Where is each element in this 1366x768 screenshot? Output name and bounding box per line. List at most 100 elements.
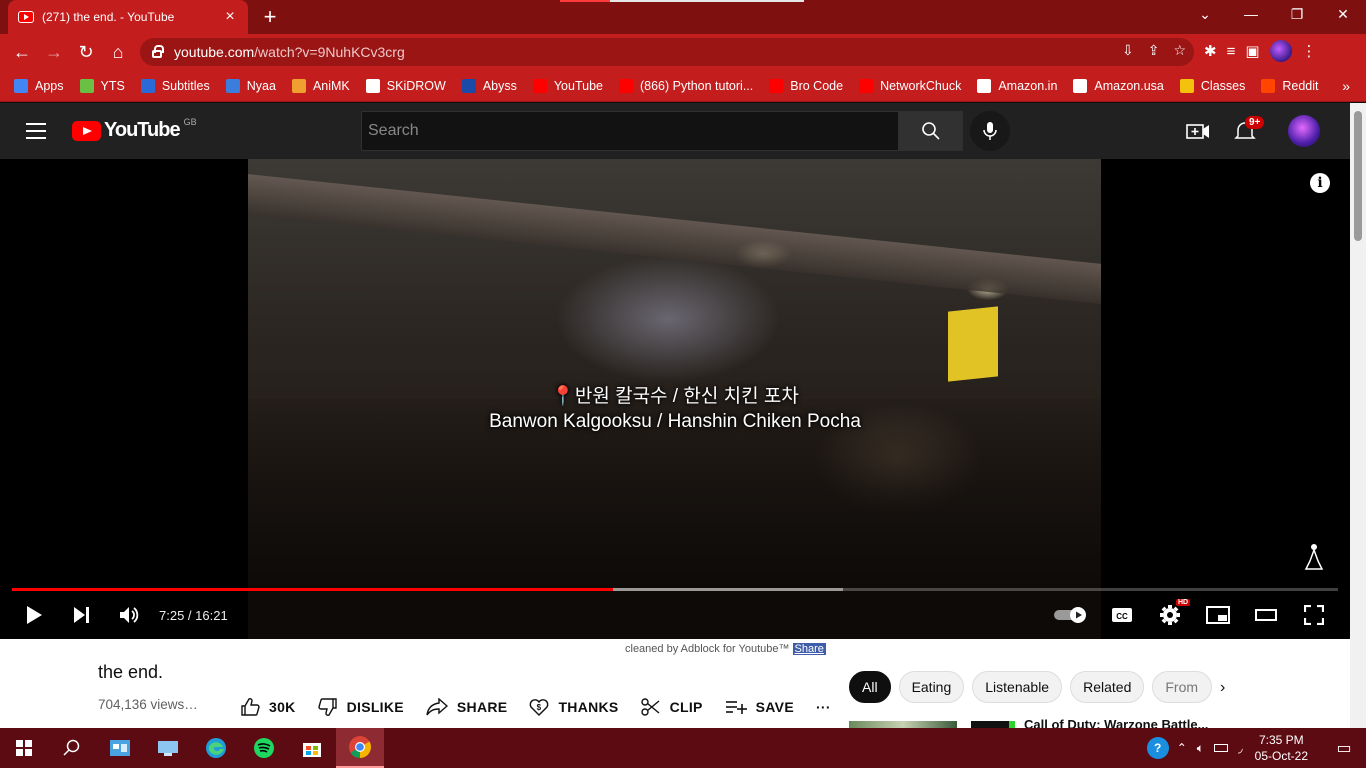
bookmark-favicon-icon bbox=[14, 78, 28, 93]
bookmarks-overflow-chevron-icon[interactable]: » bbox=[1342, 78, 1350, 94]
notification-center-icon[interactable]: ▭ bbox=[1322, 738, 1366, 758]
help-icon[interactable]: ? bbox=[1146, 737, 1169, 759]
new-tab-button[interactable]: + bbox=[258, 4, 282, 30]
bookmark-item[interactable]: YouTube bbox=[532, 78, 603, 93]
subtitles-button[interactable]: CC bbox=[1110, 603, 1134, 627]
lock-icon[interactable] bbox=[152, 45, 164, 58]
settings-button[interactable] bbox=[1158, 603, 1182, 627]
search-button[interactable] bbox=[899, 111, 963, 151]
share-page-icon[interactable]: ⇪ bbox=[1148, 42, 1160, 59]
more-actions-button[interactable]: ··· bbox=[816, 699, 831, 715]
back-button[interactable]: ← bbox=[10, 40, 34, 64]
install-app-icon[interactable]: ⇩ bbox=[1122, 42, 1134, 59]
speaker-icon[interactable]: 🔈︎ bbox=[1197, 741, 1204, 756]
forward-button[interactable]: → bbox=[42, 40, 66, 64]
bookmark-item[interactable]: Nyaa bbox=[225, 78, 276, 93]
view-count[interactable]: 704,136 views… bbox=[98, 697, 198, 712]
taskbar-app-this-pc[interactable] bbox=[144, 728, 192, 768]
save-button[interactable]: SAVE bbox=[725, 699, 794, 715]
clip-button[interactable]: CLIP bbox=[640, 697, 703, 717]
clock-date: 05-Oct-22 bbox=[1254, 749, 1308, 763]
chip-listenable[interactable]: Listenable bbox=[972, 671, 1063, 703]
scrollbar-thumb[interactable] bbox=[1354, 111, 1362, 241]
bookmark-item[interactable]: Bro Code bbox=[769, 78, 843, 93]
video-player[interactable]: 📍반원 칼국수 / 한신 치킨 포차 Banwon Kalgooksu / Ha… bbox=[0, 159, 1350, 639]
channel-watermark-icon[interactable] bbox=[1302, 541, 1326, 571]
bookmark-item[interactable]: Apps bbox=[14, 78, 64, 93]
tab-search-chevron-icon[interactable]: ⌄ bbox=[1182, 0, 1228, 30]
account-avatar[interactable] bbox=[1288, 115, 1320, 147]
youtube-logo[interactable]: YouTube GB bbox=[72, 117, 197, 142]
menu-hamburger-icon[interactable] bbox=[26, 123, 46, 139]
search-input[interactable]: Search bbox=[361, 111, 899, 151]
heart-dollar-icon: $ bbox=[530, 699, 549, 716]
chip-related[interactable]: Related bbox=[1070, 671, 1145, 703]
bookmark-item[interactable]: Amazon.in bbox=[977, 78, 1057, 93]
taskbar-app-control-panel[interactable] bbox=[96, 728, 144, 768]
bookmark-item[interactable]: Subtitles bbox=[140, 78, 210, 93]
bookmark-label: Subtitles bbox=[161, 78, 210, 93]
progress-bar[interactable] bbox=[12, 588, 1338, 591]
closed-captions-icon: CC bbox=[1112, 608, 1132, 622]
clip-label: CLIP bbox=[669, 699, 703, 715]
wifi-icon[interactable]: ◞ bbox=[1238, 741, 1243, 755]
chip-all[interactable]: All bbox=[849, 671, 891, 703]
svg-text:$: $ bbox=[537, 703, 542, 712]
taskbar-search-button[interactable] bbox=[48, 728, 96, 768]
next-button[interactable] bbox=[70, 603, 94, 627]
create-video-button[interactable] bbox=[1186, 120, 1210, 147]
chip-next-chevron-icon[interactable]: › bbox=[1220, 679, 1225, 697]
restore-button[interactable]: ❐ bbox=[1274, 0, 1320, 30]
page-scrollbar[interactable] bbox=[1350, 103, 1366, 728]
browser-menu-icon[interactable]: ⋮ bbox=[1302, 42, 1317, 60]
voice-search-button[interactable] bbox=[970, 111, 1010, 151]
thanks-button[interactable]: $ THANKS bbox=[529, 697, 618, 717]
mute-button[interactable] bbox=[117, 603, 141, 627]
profile-avatar[interactable] bbox=[1269, 40, 1292, 62]
taskbar-app-spotify[interactable] bbox=[240, 728, 288, 768]
chip-eating[interactable]: Eating bbox=[898, 671, 965, 703]
battery-icon[interactable] bbox=[1213, 744, 1228, 752]
dislike-button[interactable]: DISLIKE bbox=[317, 697, 404, 717]
start-button[interactable] bbox=[0, 728, 48, 768]
like-button[interactable]: 30K bbox=[240, 697, 296, 717]
bookmark-item[interactable]: SKiDROW bbox=[365, 78, 446, 93]
side-panel-icon[interactable]: ▣ bbox=[1245, 42, 1259, 60]
autoplay-toggle[interactable] bbox=[1054, 603, 1088, 627]
clock[interactable]: 7:35 PM 05-Oct-22 bbox=[1255, 732, 1308, 764]
bookmark-item[interactable]: Reddit bbox=[1261, 78, 1319, 93]
miniplayer-button[interactable] bbox=[1206, 603, 1230, 627]
share-button[interactable]: SHARE bbox=[426, 698, 508, 716]
bookmark-star-icon[interactable]: ☆ bbox=[1173, 42, 1186, 59]
share-label: SHARE bbox=[456, 699, 508, 715]
tab-close-icon[interactable]: × bbox=[222, 8, 238, 26]
bookmark-item[interactable]: Classes bbox=[1179, 78, 1245, 93]
minimize-button[interactable]: — bbox=[1228, 0, 1274, 30]
taskbar-app-chrome[interactable] bbox=[336, 728, 384, 768]
home-button[interactable]: ⌂ bbox=[106, 40, 130, 64]
chip-from[interactable]: From bbox=[1152, 671, 1213, 703]
bookmark-item[interactable]: AniMK bbox=[291, 78, 350, 93]
scissors-icon bbox=[640, 698, 660, 716]
bookmark-item[interactable]: (866) Python tutori... bbox=[618, 78, 753, 93]
play-button[interactable] bbox=[22, 603, 46, 627]
url-path: /watch?v=9NuhKCv3crg bbox=[254, 44, 405, 60]
reload-button[interactable]: ↻ bbox=[74, 40, 98, 64]
browser-tab-youtube[interactable]: (271) the end. - YouTube × bbox=[8, 0, 248, 34]
close-window-button[interactable]: ✕ bbox=[1320, 0, 1366, 30]
bookmark-item[interactable]: YTS bbox=[79, 78, 125, 93]
theater-mode-button[interactable] bbox=[1254, 603, 1278, 627]
computer-icon bbox=[158, 741, 178, 756]
adblock-share-link[interactable]: Share bbox=[792, 643, 826, 655]
reading-list-icon[interactable]: ≡ bbox=[1227, 43, 1236, 60]
address-bar[interactable]: youtube.com/watch?v=9NuhKCv3crg ⇩ ⇪ ☆ bbox=[140, 38, 1194, 66]
bookmark-item[interactable]: NetworkChuck bbox=[859, 78, 961, 93]
bookmark-item[interactable]: Abyss bbox=[461, 78, 517, 93]
taskbar-app-store[interactable] bbox=[288, 728, 336, 768]
show-hidden-icons-chevron-icon[interactable]: ⌃ bbox=[1177, 741, 1187, 755]
extensions-puzzle-icon[interactable]: ✱ bbox=[1204, 42, 1217, 60]
info-icon[interactable]: i bbox=[1310, 173, 1330, 193]
bookmark-item[interactable]: Amazon.usa bbox=[1073, 78, 1164, 93]
fullscreen-button[interactable] bbox=[1302, 603, 1326, 627]
taskbar-app-edge[interactable] bbox=[192, 728, 240, 768]
